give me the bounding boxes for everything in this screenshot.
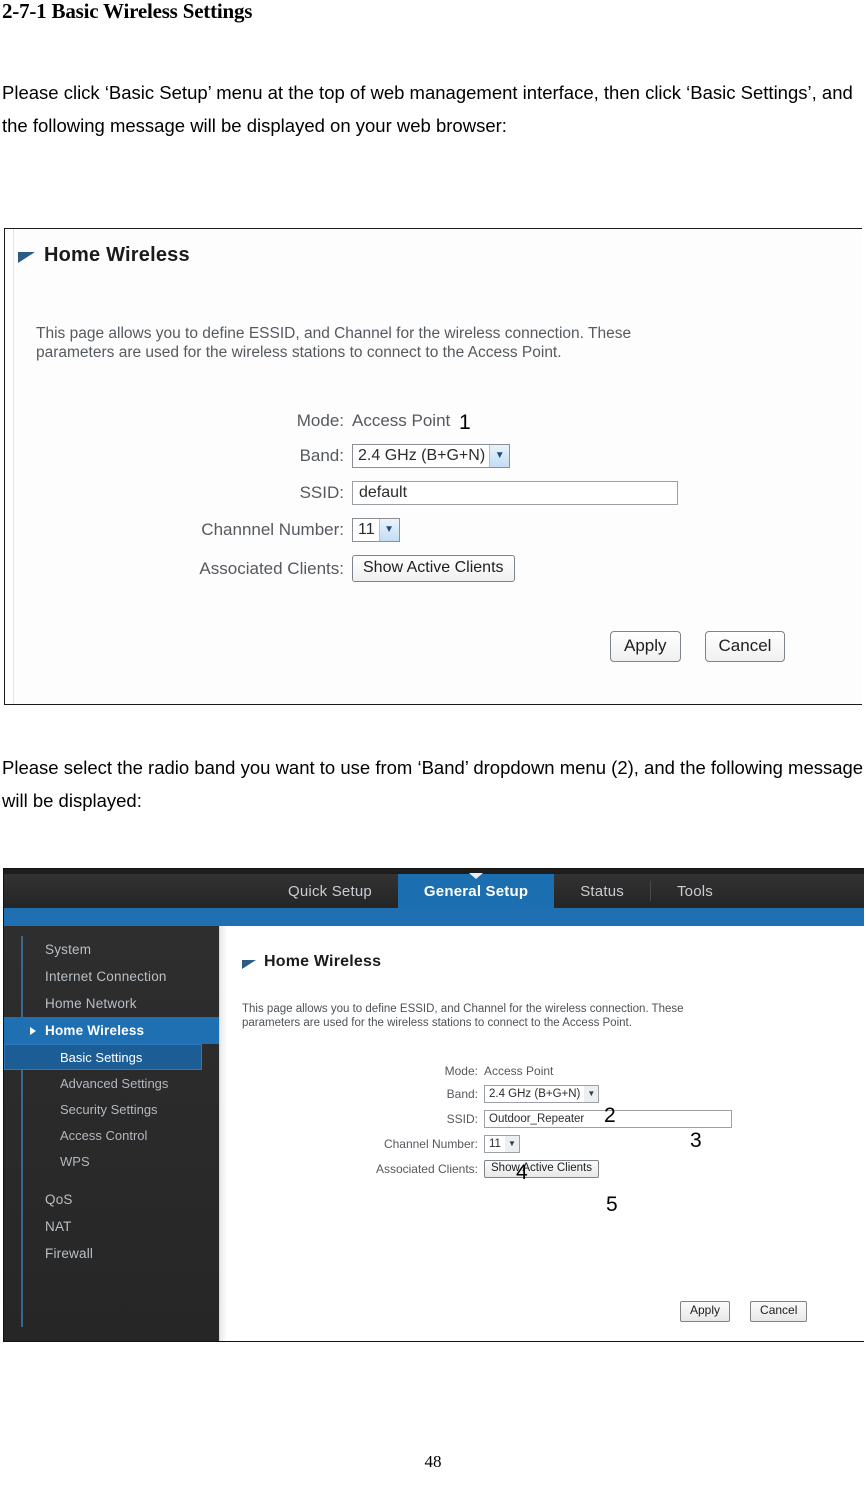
callout-1: 1 <box>459 411 471 434</box>
top-navigation-bar: Quick Setup General Setup Status Tools <box>4 869 864 908</box>
sidebar-item-nat[interactable]: NAT <box>4 1213 219 1240</box>
screenshot-general-setup-ui: Quick Setup General Setup Status Tools S… <box>3 868 864 1342</box>
associated-clients-label: Associated Clients: <box>375 1162 478 1177</box>
wireless-settings-form: Mode: Access Point Band: 2.4 GHz (B+G+N)… <box>14 411 862 595</box>
band-label: Band: <box>299 446 344 465</box>
tab-tools[interactable]: Tools <box>651 874 739 908</box>
channel-number-value: 11 <box>489 1138 501 1150</box>
triangle-bullet-icon <box>18 252 35 263</box>
callout-4: 4 <box>516 1161 528 1184</box>
panel-title: Home Wireless <box>44 244 190 266</box>
callout-2: 2 <box>604 1104 616 1127</box>
tab-status[interactable]: Status <box>554 874 650 908</box>
form-row-ssid: SSID: Outdoor_Repeater <box>220 1110 864 1128</box>
sidebar-subitem-wps[interactable]: WPS <box>4 1148 219 1174</box>
band-select[interactable]: 2.4 GHz (B+G+N) ▼ <box>484 1085 600 1103</box>
apply-button[interactable]: Apply <box>680 1301 731 1322</box>
main-content-panel: Home Wireless This page allows you to de… <box>219 926 864 1341</box>
form-row-ssid: SSID: default <box>14 481 862 505</box>
sidebar-subitem-advanced-settings[interactable]: Advanced Settings <box>4 1070 219 1096</box>
band-select-value: 2.4 GHz (B+G+N) <box>489 1088 581 1100</box>
chevron-down-icon: ▼ <box>584 1086 599 1102</box>
chevron-down-icon: ▼ <box>489 445 510 467</box>
panel-header: Home Wireless <box>242 953 381 971</box>
mode-value: Access Point <box>352 411 451 430</box>
form-row-associated-clients: Associated Clients: Show Active Clients <box>220 1160 864 1179</box>
page-title: 2-7-1 Basic Wireless Settings <box>2 0 253 23</box>
cancel-button[interactable]: Cancel <box>750 1301 808 1322</box>
nav-tabs: Quick Setup General Setup Status Tools <box>262 874 739 908</box>
show-active-clients-button[interactable]: Show Active Clients <box>352 555 515 583</box>
sidebar-item-internet-connection[interactable]: Internet Connection <box>4 963 219 990</box>
cancel-button[interactable]: Cancel <box>704 631 786 662</box>
channel-number-label: Channel Number: <box>383 1137 478 1151</box>
chevron-down-icon: ▼ <box>378 519 399 541</box>
sidebar-item-home-network[interactable]: Home Network <box>4 990 219 1017</box>
channel-number-select[interactable]: 11 ▼ <box>484 1135 520 1153</box>
mode-label: Mode: <box>444 1064 478 1078</box>
triangle-bullet-icon <box>242 959 256 969</box>
form-row-mode: Mode: Access Point <box>220 1064 864 1078</box>
ssid-input[interactable]: default <box>352 481 678 505</box>
form-row-associated-clients: Associated Clients: Show Active Clients <box>14 555 862 583</box>
panel-title: Home Wireless <box>264 953 382 970</box>
tab-quick-setup[interactable]: Quick Setup <box>262 874 398 908</box>
callout-3: 3 <box>690 1129 702 1152</box>
sidebar-item-qos[interactable]: QoS <box>4 1186 219 1213</box>
sidebar-item-home-wireless[interactable]: Home Wireless <box>4 1017 219 1044</box>
mode-label: Mode: <box>296 411 344 430</box>
panel-description: This page allows you to define ESSID, an… <box>36 325 632 361</box>
apply-button[interactable]: Apply <box>610 631 681 662</box>
form-row-mode: Mode: Access Point <box>14 411 862 431</box>
page-number: 48 <box>424 1452 442 1471</box>
sidebar-item-system[interactable]: System <box>4 936 219 963</box>
accent-bar <box>4 908 864 926</box>
ssid-label: SSID: <box>299 483 344 502</box>
form-actions: Apply Cancel <box>680 1301 808 1322</box>
band-label: Band: <box>446 1087 478 1101</box>
panel-body: Home Wireless This page allows you to de… <box>13 229 862 704</box>
band-select-value: 2.4 GHz (B+G+N) <box>358 447 486 464</box>
sidebar-subitem-basic-settings[interactable]: Basic Settings <box>4 1044 202 1070</box>
ssid-label: SSID: <box>446 1112 478 1126</box>
callout-5: 5 <box>606 1193 618 1216</box>
wireless-settings-form: Mode: Access Point Band: 2.4 GHz (B+G+N)… <box>220 1064 864 1185</box>
band-instruction-paragraph: Please select the radio band you want to… <box>2 757 864 811</box>
tab-general-setup[interactable]: General Setup <box>397 874 555 908</box>
form-row-channel: Channel Number: 11 ▼ <box>220 1135 864 1153</box>
screenshot-basic-settings-panel: Home Wireless This page allows you to de… <box>4 228 862 705</box>
channel-number-value: 11 <box>358 521 375 538</box>
mode-value: Access Point <box>484 1064 554 1078</box>
channel-number-select[interactable]: 11 ▼ <box>352 518 400 542</box>
channel-number-label: Channnel Number: <box>201 520 344 539</box>
chevron-down-icon: ▼ <box>504 1136 519 1152</box>
form-actions: Apply Cancel <box>610 631 786 662</box>
intro-paragraph: Please click ‘Basic Setup’ menu at the t… <box>2 82 853 136</box>
band-select[interactable]: 2.4 GHz (B+G+N) ▼ <box>352 444 511 468</box>
form-row-band: Band: 2.4 GHz (B+G+N) ▼ <box>220 1085 864 1103</box>
caret-right-icon <box>30 1026 36 1035</box>
show-active-clients-button[interactable]: Show Active Clients <box>484 1160 599 1179</box>
associated-clients-label: Associated Clients: <box>199 558 344 578</box>
sidebar-item-firewall[interactable]: Firewall <box>4 1240 219 1267</box>
panel-description: This page allows you to define ESSID, an… <box>242 1003 684 1029</box>
sidebar-subitem-access-control[interactable]: Access Control <box>4 1122 219 1148</box>
form-row-band: Band: 2.4 GHz (B+G+N) ▼ <box>14 444 862 468</box>
sidebar-navigation: System Internet Connection Home Network … <box>4 926 219 1341</box>
panel-header: Home Wireless <box>18 244 190 267</box>
form-row-channel: Channnel Number: 11 ▼ <box>14 518 862 542</box>
sidebar-subitem-security-settings[interactable]: Security Settings <box>4 1096 219 1122</box>
sidebar-item-label: Home Wireless <box>45 1023 145 1038</box>
